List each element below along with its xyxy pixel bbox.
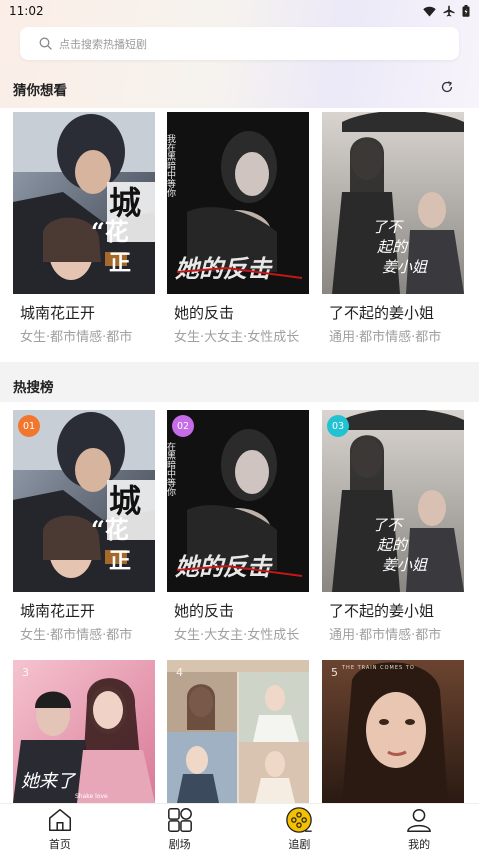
- svg-text:“花: “花: [91, 217, 129, 246]
- card-tags: 女生·都市情感·都市: [20, 628, 133, 643]
- profile-icon: [407, 808, 432, 832]
- card-tags: 女生·大女主·女性成长: [174, 628, 300, 643]
- drama-card[interactable]: 了不 起的 姜小姐 03 了不起的姜小姐 通用·都市情感·都市: [322, 410, 464, 643]
- svg-text:她来了: 她来了: [21, 771, 77, 792]
- guess-panel: 城 “花 正 城南花正开 女生·都市情感·都市 我在黑暗中等你 她的反击 她的反…: [0, 108, 479, 362]
- card-title: 了不起的姜小姐: [329, 304, 435, 322]
- rank-badge: 03: [327, 415, 349, 437]
- bottom-nav: 首页 剧场 追剧 我的: [0, 803, 479, 852]
- rank-badge: 01: [18, 415, 40, 437]
- drama-card[interactable]: 了不 起的 姜小姐 了不起的姜小姐 通用·都市情感·都市: [322, 112, 464, 345]
- section-title-hot: 热搜榜: [13, 380, 54, 396]
- drama-card[interactable]: 城 “花 正 城南花正开 女生·都市情感·都市: [13, 112, 155, 345]
- follow-drama-icon: [286, 807, 313, 833]
- nav-profile[interactable]: 我的: [359, 804, 479, 852]
- nav-label: 首页: [48, 838, 71, 851]
- drama-card[interactable]: 在黑暗中等你 她的反击 02 她的反击 女生·大女主·女性成长: [167, 410, 309, 643]
- wifi-icon: [423, 6, 436, 16]
- rank-badge: 02: [172, 415, 194, 437]
- poster-image: 城 “花 正 01: [13, 410, 155, 592]
- search-bar[interactable]: 点击搜索热播短剧: [20, 27, 459, 60]
- card-tags: 女生·都市情感·都市: [20, 330, 133, 345]
- nav-label: 剧场: [168, 838, 191, 851]
- poster-image: 城 “花 正: [13, 112, 155, 294]
- drama-card[interactable]: 她来了 Shake love 3: [13, 660, 155, 803]
- svg-text:“花: “花: [91, 515, 129, 544]
- svg-text:起的: 起的: [377, 536, 409, 554]
- poster-caption: THE TRAIN COMES TO: [341, 665, 415, 671]
- svg-text:了不: 了不: [372, 516, 404, 534]
- nav-home[interactable]: 首页: [0, 804, 120, 852]
- card-tags: 女生·大女主·女性成长: [174, 330, 300, 345]
- nav-label: 追剧: [288, 838, 311, 851]
- card-title: 城南花正开: [20, 602, 96, 620]
- poster-image: THE TRAIN COMES TO 5: [322, 660, 464, 803]
- rank-number: 3: [22, 666, 29, 679]
- svg-text:姜小姐: 姜小姐: [382, 556, 429, 574]
- status-time: 11:02: [9, 4, 44, 18]
- card-tags: 通用·都市情感·都市: [329, 628, 442, 643]
- poster-image: 她来了 Shake love 3: [13, 660, 155, 803]
- svg-text:了不: 了不: [372, 218, 404, 236]
- airplane-icon: [443, 5, 455, 17]
- status-bar: 11:02: [0, 0, 479, 22]
- svg-text:我在黑暗中等你: 我在黑暗中等你: [167, 134, 176, 197]
- search-placeholder: 点击搜索热播短剧: [59, 37, 147, 51]
- rank-number: 4: [176, 666, 183, 679]
- poster-image: 4: [167, 660, 309, 803]
- card-title: 了不起的姜小姐: [329, 602, 435, 620]
- drama-card[interactable]: 4: [167, 660, 309, 803]
- nav-label: 我的: [408, 838, 431, 851]
- poster-image: 在黑暗中等你 她的反击 02: [167, 410, 309, 592]
- hot-panel: 城 “花 正 01 城南花正开 女生·都市情感·都市 在黑暗中等你 她的反击 0…: [0, 402, 479, 803]
- card-title: 她的反击: [174, 304, 235, 322]
- battery-icon: [462, 5, 470, 17]
- drama-card[interactable]: 城 “花 正 01 城南花正开 女生·都市情感·都市: [13, 410, 155, 643]
- search-icon: [39, 37, 52, 50]
- poster-image: 了不 起的 姜小姐 03: [322, 410, 464, 592]
- drama-card[interactable]: THE TRAIN COMES TO 5: [322, 660, 464, 803]
- section-title-guess: 猜你想看: [13, 83, 67, 99]
- svg-text:姜小姐: 姜小姐: [382, 258, 429, 276]
- refresh-icon[interactable]: [440, 80, 454, 94]
- svg-text:起的: 起的: [377, 238, 409, 256]
- card-tags: 通用·都市情感·都市: [329, 330, 442, 345]
- svg-text:在黑暗中等你: 在黑暗中等你: [167, 441, 176, 496]
- svg-text:正: 正: [109, 250, 131, 276]
- nav-follow[interactable]: 追剧: [240, 804, 360, 852]
- svg-text:Shake love: Shake love: [75, 793, 108, 800]
- home-icon: [48, 808, 71, 832]
- svg-text:正: 正: [109, 548, 131, 574]
- poster-image: 了不 起的 姜小姐: [322, 112, 464, 294]
- poster-image: 我在黑暗中等你 她的反击: [167, 112, 309, 294]
- nav-theater[interactable]: 剧场: [120, 804, 240, 852]
- drama-card[interactable]: 我在黑暗中等你 她的反击 她的反击 女生·大女主·女性成长: [167, 112, 309, 345]
- rank-number: 5: [331, 666, 338, 679]
- card-title: 城南花正开: [20, 304, 96, 322]
- card-title: 她的反击: [174, 602, 235, 620]
- theater-icon: [167, 808, 192, 832]
